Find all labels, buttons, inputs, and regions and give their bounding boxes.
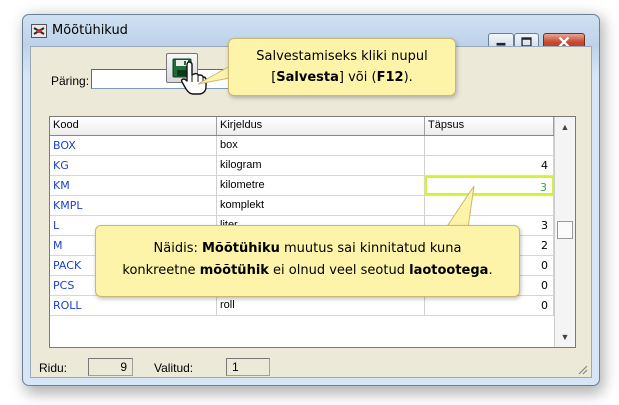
table-row[interactable]: KG kilogram 4 [50, 156, 554, 176]
cell-precision[interactable]: 0 [425, 296, 554, 315]
scroll-up-icon[interactable]: ▲ [555, 118, 575, 136]
callout-top-line1: Salvestamiseks kliki nupul [256, 49, 428, 64]
resize-grip-icon[interactable] [576, 363, 588, 375]
status-bar: Ridu: 9 Valitud: 1 [31, 357, 591, 377]
callout-example-note: Näidis: Mõõtühiku muutus sai kinnitatud … [95, 225, 520, 297]
cell-precision[interactable] [425, 136, 554, 155]
cell-code[interactable]: BOX [50, 136, 217, 155]
callout-top-line2: [Salvesta] või (F12). [271, 70, 413, 85]
column-header-description[interactable]: Kirjeldus [217, 117, 425, 135]
callout-save-hint: Salvestamiseks kliki nupul [Salvesta] võ… [228, 38, 456, 96]
table-row[interactable]: ROLL roll 0 [50, 296, 554, 316]
window-title: Mõõtühikud [52, 23, 128, 38]
cell-code[interactable]: KG [50, 156, 217, 175]
callout-top-tail [197, 65, 231, 85]
cell-description[interactable]: box [217, 136, 425, 155]
column-header-code[interactable]: Kood [50, 117, 217, 135]
selected-count-label: Valitud: [154, 361, 194, 375]
query-label: Päring: [51, 74, 90, 88]
grid-header: Kood Kirjeldus Täpsus [50, 117, 554, 136]
cell-description[interactable]: roll [217, 296, 425, 315]
column-header-precision[interactable]: Täpsus [425, 117, 554, 135]
rows-count-value: 9 [88, 358, 133, 376]
callout-bottom-line1: Näidis: Mõõtühiku muutus sai kinnitatud … [153, 241, 462, 256]
cell-description[interactable]: komplekt [217, 196, 425, 215]
table-row[interactable]: BOX box [50, 136, 554, 156]
cell-code[interactable]: ROLL [50, 296, 217, 315]
cell-code[interactable]: KM [50, 176, 217, 195]
scroll-thumb[interactable] [557, 221, 573, 239]
rows-count-label: Ridu: [39, 361, 68, 375]
scroll-down-icon[interactable]: ▼ [555, 328, 575, 346]
cell-description[interactable]: kilogram [217, 156, 425, 175]
cell-code[interactable]: KMPL [50, 196, 217, 215]
vertical-scrollbar[interactable]: ▲ ▼ [554, 117, 575, 347]
cell-description[interactable]: kilometre [217, 176, 425, 195]
app-icon [31, 24, 47, 38]
cell-precision[interactable]: 4 [425, 156, 554, 175]
selected-count-value: 1 [226, 358, 270, 376]
callout-bottom-line2: konkreetne mõõtühik ei olnud veel seotud… [122, 263, 493, 278]
callout-bottom-tail [445, 185, 475, 229]
